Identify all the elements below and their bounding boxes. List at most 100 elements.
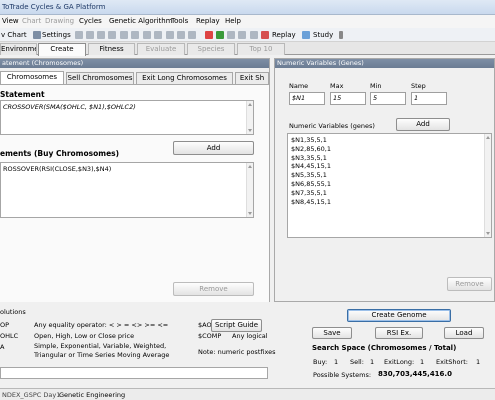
comp-desc: Any logical: [232, 332, 268, 340]
menu-replay[interactable]: Replay: [196, 17, 220, 25]
toolbar: v Chart Settings Replay Study: [0, 28, 495, 42]
genes-list[interactable]: $N1,35,5,1 $N2,85,60,1 $N3,35,5,1 $N4,45…: [287, 133, 492, 238]
elements-scrollbar[interactable]: [246, 163, 253, 217]
list-item[interactable]: $N7,35,5,1: [291, 189, 488, 198]
buy-value: 1: [334, 358, 339, 366]
elements-list[interactable]: ROSSOVER(RSI(CLOSE,$N3),$N4): [0, 162, 254, 218]
tab-fitness[interactable]: Fitness: [88, 43, 135, 55]
scroll-up-icon[interactable]: [486, 136, 490, 139]
possible-systems-value: 830,703,445,416.0: [378, 370, 452, 378]
tab-create[interactable]: Create: [38, 43, 86, 56]
list-item[interactable]: $N6,85,55,1: [291, 180, 488, 189]
step-label: Step: [411, 82, 426, 90]
status-bar: NDEX_GSPC Day1 Genetic Engineering: [0, 388, 495, 400]
subtab-sell-chromosomes[interactable]: Sell Chromosomes: [66, 72, 134, 84]
toolbar-icon-9[interactable]: [188, 31, 196, 39]
sell-value: 1: [370, 358, 375, 366]
tab-environment[interactable]: Environment: [0, 43, 37, 55]
toolbar-icon-12[interactable]: [250, 31, 258, 39]
rewind-icon[interactable]: [120, 31, 128, 39]
scroll-down-icon[interactable]: [248, 212, 252, 215]
up-arrow-icon[interactable]: [205, 31, 213, 39]
op-desc: Any equality operator: < > = <> >= <=: [34, 321, 169, 329]
exitlong-label: ExitLong:: [384, 358, 415, 366]
genes-panel: Numeric Variables (Genes) Name Max Min S…: [274, 58, 495, 302]
toolbar-icon-4[interactable]: [108, 31, 116, 39]
statement-panel: atement (Chromosomes) Chromosomes Sell C…: [0, 58, 270, 302]
study-button[interactable]: Study: [313, 31, 333, 39]
menu-view[interactable]: View: [2, 17, 19, 25]
create-genome-button[interactable]: Create Genome: [347, 309, 451, 322]
main-tab-bar: Environment Create Fitness Evaluate Spec…: [0, 42, 495, 56]
statement-scrollbar[interactable]: [246, 101, 253, 134]
list-item[interactable]: $N1,35,5,1: [291, 136, 488, 145]
elements-heading: ements (Buy Chromosomes): [0, 149, 120, 158]
subtab-buy-chromosomes[interactable]: Chromosomes: [0, 71, 64, 84]
toolbar-icon-7[interactable]: [166, 31, 174, 39]
load-button[interactable]: Load: [444, 327, 484, 339]
script-guide-button[interactable]: Script Guide: [211, 319, 262, 332]
list-item[interactable]: $N8,45,15,1: [291, 198, 488, 207]
toolbar-grip-icon: [339, 31, 343, 39]
toolbar-icon-10[interactable]: [227, 31, 235, 39]
tab-top10[interactable]: Top 10: [237, 43, 285, 55]
menu-tools[interactable]: Tools: [171, 17, 188, 25]
note-text: Note: numeric postfixes: [198, 348, 276, 356]
max-label: Max: [330, 82, 344, 90]
menu-genetic-algorithm[interactable]: Genetic Algorithm: [109, 17, 173, 25]
remove-element-button[interactable]: Remove: [173, 282, 254, 296]
gene-max-field[interactable]: 15: [330, 92, 366, 105]
add-statement-button[interactable]: Add: [173, 141, 254, 155]
toolbar-icon-3[interactable]: [97, 31, 105, 39]
list-item[interactable]: $N4,45,15,1: [291, 162, 488, 171]
subtab-exit-short-chromosomes[interactable]: Exit Sh: [235, 72, 269, 84]
replay-button[interactable]: Replay: [272, 31, 296, 39]
menu-cycles[interactable]: Cycles: [79, 17, 102, 25]
list-item[interactable]: $N3,35,5,1: [291, 154, 488, 163]
gene-min-field[interactable]: 5: [370, 92, 406, 105]
menu-bar: View Chart Drawing Cycles Genetic Algori…: [0, 15, 495, 28]
gene-name-field[interactable]: $N1: [289, 92, 325, 105]
toolbar-icon-5[interactable]: [143, 31, 151, 39]
replay-icon: [261, 31, 269, 39]
menu-drawing[interactable]: Drawing: [45, 17, 74, 25]
toolbar-icon-6[interactable]: [154, 31, 162, 39]
toolbar-icon-2[interactable]: [86, 31, 94, 39]
exitshort-value: 1: [476, 358, 481, 366]
status-section: Genetic Engineering: [59, 391, 126, 399]
exitshort-label: ExitShort:: [436, 358, 468, 366]
command-input[interactable]: [0, 367, 268, 379]
toolbar-icon-1[interactable]: [75, 31, 83, 39]
toolbar-icon-11[interactable]: [238, 31, 246, 39]
down-arrow-icon[interactable]: [216, 31, 224, 39]
tab-species[interactable]: Species: [187, 43, 235, 55]
toolbar-icon-8[interactable]: [177, 31, 185, 39]
ohlc-key: OHLC: [0, 332, 19, 340]
scroll-up-icon[interactable]: [248, 103, 252, 106]
scroll-down-icon[interactable]: [486, 232, 490, 235]
list-item[interactable]: ROSSOVER(RSI(CLOSE,$N3),$N4): [3, 165, 251, 173]
fast-forward-icon[interactable]: [131, 31, 139, 39]
save-button[interactable]: Save: [312, 327, 352, 339]
solutions-section: olutions OP Any equality operator: < > =…: [0, 305, 276, 385]
settings-icon: [33, 31, 41, 39]
statement-input[interactable]: CROSSOVER(SMA($OHLC, $N1),$OHLC2): [0, 100, 254, 135]
remove-gene-button[interactable]: Remove: [447, 277, 492, 291]
subtab-exit-long-chromosomes[interactable]: Exit Long Chromosomes: [136, 72, 233, 84]
list-item[interactable]: $N2,85,60,1: [291, 145, 488, 154]
scroll-up-icon[interactable]: [248, 165, 252, 168]
settings-button[interactable]: Settings: [42, 31, 71, 39]
add-gene-button[interactable]: Add: [396, 118, 450, 131]
gene-step-field[interactable]: 1: [411, 92, 447, 105]
tab-evaluate[interactable]: Evaluate: [137, 43, 185, 55]
menu-help[interactable]: Help: [225, 17, 241, 25]
scroll-down-icon[interactable]: [248, 129, 252, 132]
rsi-example-button[interactable]: RSI Ex.: [375, 327, 423, 339]
new-chart-button[interactable]: v Chart: [1, 31, 27, 39]
genes-scrollbar[interactable]: [484, 134, 491, 237]
menu-chart[interactable]: Chart: [22, 17, 41, 25]
list-item[interactable]: $N5,35,5,1: [291, 171, 488, 180]
title-bar: ToTrade Cycles & GA Platform: [0, 0, 495, 15]
genes-group-header: Numeric Variables (Genes): [275, 59, 494, 68]
ohlc-desc: Open, High, Low or Close price: [34, 332, 135, 340]
